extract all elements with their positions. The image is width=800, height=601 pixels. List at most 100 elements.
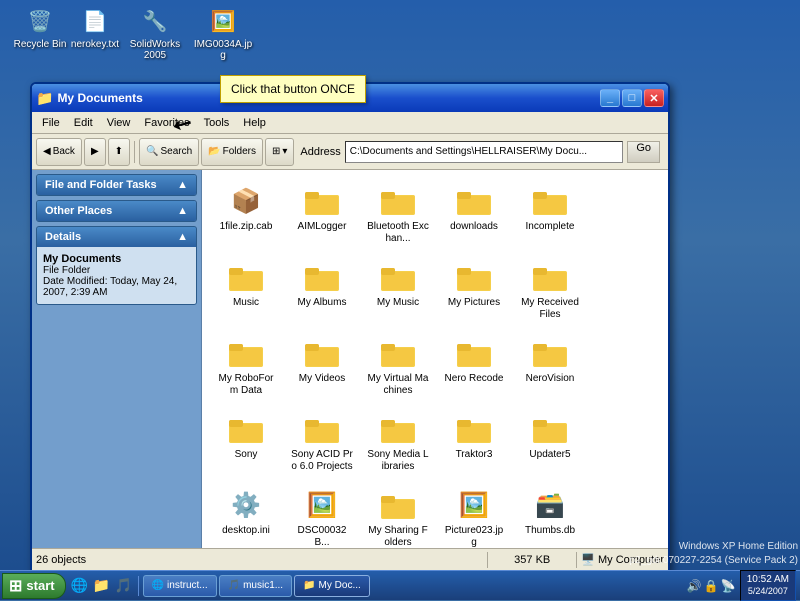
folder-icon xyxy=(532,335,568,371)
other-places-chevron: ▲ xyxy=(177,205,188,217)
folder-icon xyxy=(304,411,340,447)
file-tasks-chevron: ▲ xyxy=(177,179,188,191)
mydoc-label: My Doc... xyxy=(319,580,361,591)
file-item-thumbs-db[interactable]: 🗃️Thumbs.db xyxy=(514,482,586,548)
sidebar-other-places: Other Places ▲ xyxy=(36,200,197,222)
file-label: Picture023.jpg xyxy=(443,525,505,548)
windows-logo-icon: ⊞ xyxy=(9,576,22,596)
address-text: C:\Documents and Settings\HELLRAISER\My … xyxy=(350,146,587,157)
desktop-icon-recycle-bin[interactable]: 🗑️ Recycle Bin xyxy=(10,5,70,50)
file-label: Sony Media Libraries xyxy=(367,449,429,473)
window-title-icon: 📁 xyxy=(36,90,53,107)
sidebar-details: Details ▲ My Documents File Folder Date … xyxy=(36,226,197,305)
file-item-my-music[interactable]: My Music xyxy=(362,254,434,326)
file-item-dsc00032[interactable]: 🖼️DSC00032B... xyxy=(286,482,358,548)
folder-icon xyxy=(304,183,340,219)
menu-tools[interactable]: Tools xyxy=(198,115,236,131)
tray-icon-1[interactable]: 🔊 xyxy=(687,579,702,593)
minimize-button[interactable]: _ xyxy=(600,89,620,107)
file-item-my-albums[interactable]: My Albums xyxy=(286,254,358,326)
menu-view[interactable]: View xyxy=(101,115,137,131)
zip-icon: 📦 xyxy=(228,183,264,219)
search-button[interactable]: 🔍 Search xyxy=(139,138,199,166)
file-item-nero-recode[interactable]: Nero Recode xyxy=(438,330,510,402)
file-item-traktor3[interactable]: Traktor3 xyxy=(438,406,510,478)
file-item-aimlogger[interactable]: AIMLogger xyxy=(286,178,358,250)
file-item-sony-media[interactable]: Sony Media Libraries xyxy=(362,406,434,478)
desktop-icon-label: nerokey.txt xyxy=(71,39,119,50)
search-label: Search xyxy=(160,146,192,157)
up-button[interactable]: ⬆ xyxy=(108,138,130,166)
menu-help[interactable]: Help xyxy=(237,115,272,131)
file-item-my-sharing[interactable]: My Sharing Folders xyxy=(362,482,434,548)
file-label: Nero Recode xyxy=(445,373,504,385)
file-item-sony[interactable]: Sony xyxy=(210,406,282,478)
file-item-picture023[interactable]: 🖼️Picture023.jpg xyxy=(438,482,510,548)
folder-icon xyxy=(456,183,492,219)
clock[interactable]: 10:52 AM 5/24/2007 xyxy=(740,570,796,601)
file-item-music[interactable]: Music xyxy=(210,254,282,326)
taskbar-item-mydoc[interactable]: 📁 My Doc... xyxy=(294,575,370,597)
desktop-icon-solidworks[interactable]: 🔧 SolidWorks 2005 xyxy=(125,5,185,61)
start-label: start xyxy=(26,578,54,593)
file-tasks-header[interactable]: File and Folder Tasks ▲ xyxy=(37,175,196,195)
os-build: p2_gdr.070227-2254 (Service Pack 2) xyxy=(630,554,798,568)
taskbar-item-music[interactable]: 🎵 music1... xyxy=(219,575,292,597)
go-button[interactable]: Go xyxy=(627,141,660,163)
music-icon: 🎵 xyxy=(228,580,240,591)
maximize-button[interactable]: □ xyxy=(622,89,642,107)
tray-icon-2[interactable]: 🔒 xyxy=(704,579,719,593)
file-item-bluetooth[interactable]: Bluetooth Exchan... xyxy=(362,178,434,250)
file-item-my-roboform[interactable]: My RoboForm Data xyxy=(210,330,282,402)
folders-button[interactable]: 📂 Folders xyxy=(201,138,263,166)
status-separator2 xyxy=(576,552,577,568)
details-name: My Documents xyxy=(43,253,190,265)
details-date: Date Modified: Today, May 24, 2007, 2:39… xyxy=(43,276,190,298)
menubar: File Edit View Favorites Tools Help xyxy=(32,112,668,134)
folder-icon xyxy=(228,335,264,371)
system-icon: ⚙️ xyxy=(228,487,264,523)
taskbar: ⊞ start 🌐 📁 🎵 🌐 instruct... 🎵 music1... … xyxy=(0,570,800,600)
os-name: Windows XP Home Edition xyxy=(630,540,798,554)
file-item-my-pictures[interactable]: My Pictures xyxy=(438,254,510,326)
file-item-my-videos[interactable]: My Videos xyxy=(286,330,358,402)
file-item-sony-acid[interactable]: Sony ACID Pro 6.0 Projects xyxy=(286,406,358,478)
file-label: My Received Files xyxy=(519,297,581,321)
explorer-icon[interactable]: 📁 xyxy=(92,576,112,596)
file-item-1file-zip[interactable]: 📦1file.zip.cab xyxy=(210,178,282,250)
folder-icon xyxy=(380,183,416,219)
back-button[interactable]: ◀ Back xyxy=(36,138,82,166)
other-places-header[interactable]: Other Places ▲ xyxy=(37,201,196,221)
folder-icon xyxy=(380,487,416,523)
taskbar-item-instruct[interactable]: 🌐 instruct... xyxy=(143,575,217,597)
text-file-icon: 📄 xyxy=(79,5,111,37)
status-separator xyxy=(487,552,488,568)
close-button[interactable]: ✕ xyxy=(644,89,664,107)
menu-file[interactable]: File xyxy=(36,115,66,131)
desktop-icon-label: IMG0034A.jpg xyxy=(193,39,253,61)
forward-button[interactable]: ▶ xyxy=(84,138,106,166)
desktop-icon-img0034a[interactable]: 🖼️ IMG0034A.jpg xyxy=(193,5,253,61)
menu-edit[interactable]: Edit xyxy=(68,115,99,131)
desktop-icon-nerokey[interactable]: 📄 nerokey.txt xyxy=(65,5,125,50)
file-item-nerovision[interactable]: NeroVision xyxy=(514,330,586,402)
file-item-downloads[interactable]: downloads xyxy=(438,178,510,250)
tray-icon-3[interactable]: 📡 xyxy=(721,579,736,593)
file-label: My Music xyxy=(377,297,419,309)
ie-icon[interactable]: 🌐 xyxy=(70,576,90,596)
file-item-incomplete[interactable]: Incomplete xyxy=(514,178,586,250)
views-button[interactable]: ⊞▾ xyxy=(265,138,294,166)
file-item-my-received[interactable]: My Received Files xyxy=(514,254,586,326)
start-button[interactable]: ⊞ start xyxy=(2,573,66,599)
file-label: My Virtual Machines xyxy=(367,373,429,397)
my-documents-window: 📁 My Documents _ □ ✕ File Edit View Favo… xyxy=(30,82,670,572)
os-info: Windows XP Home Edition p2_gdr.070227-22… xyxy=(630,540,798,568)
file-item-updater5[interactable]: Updater5 xyxy=(514,406,586,478)
address-input[interactable]: C:\Documents and Settings\HELLRAISER\My … xyxy=(345,141,624,163)
details-header[interactable]: Details ▲ xyxy=(37,227,196,247)
clock-time: 10:52 AM xyxy=(747,573,789,586)
media-icon[interactable]: 🎵 xyxy=(114,576,134,596)
file-item-my-virtual[interactable]: My Virtual Machines xyxy=(362,330,434,402)
file-item-desktop-ini[interactable]: ⚙️desktop.ini xyxy=(210,482,282,548)
desktop-icon-label: Recycle Bin xyxy=(14,39,67,50)
